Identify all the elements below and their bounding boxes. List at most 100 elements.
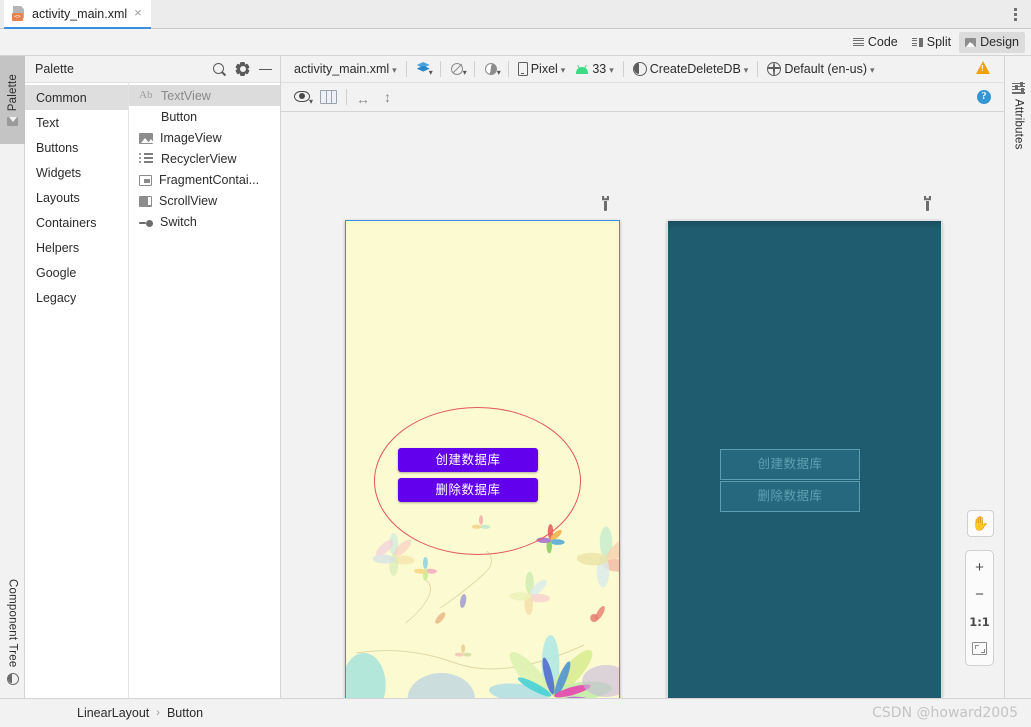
zoom-out-button[interactable]: − [965,581,994,608]
contrast-selector[interactable]: ▾ [479,59,504,80]
palette-item-fragmentcontainer[interactable]: FragmentContai... [129,169,280,190]
editor-tab-bar: <> activity_main.xml × [0,0,1031,29]
divider [439,61,441,77]
help-icon[interactable]: ? [977,90,991,104]
palette-item-imageview[interactable]: ImageView [129,127,280,148]
chevron-down-icon: ▾ [870,64,875,75]
api-level-label: 33 [592,62,607,76]
palette-category-widgets[interactable]: Widgets [25,160,128,185]
status-bar: LinearLayout › Button CSDN @howard2005 [0,698,1031,727]
locale-label: Default (en-us) [784,62,867,76]
palette-item-button[interactable]: Button [129,106,280,127]
button-icon [139,110,154,123]
breadcrumb-item-linearlayout[interactable]: LinearLayout [77,706,149,720]
palette-icon [7,116,18,126]
view-mode-selector[interactable]: ▾ [411,59,436,80]
chevron-down-icon: ▾ [560,64,566,75]
palette-category-common[interactable]: Common [25,85,128,110]
attributes-icon [1012,81,1025,94]
design-render-preview[interactable]: 创建数据库 删除数据库 [345,220,620,698]
blueprint-create-database-button[interactable]: 创建数据库 [720,449,860,480]
layout-variant-selector[interactable]: activity_main.xml ▾ [289,59,402,80]
palette-item-fragmentcontainer-label: FragmentContai... [159,172,260,187]
visibility-options-button[interactable]: ▾ [289,87,315,108]
minimize-icon[interactable] [259,63,272,76]
imageview-icon [139,132,153,144]
component-tree-icon [6,672,19,685]
actual-size-button[interactable]: 1:1 [965,608,994,635]
right-tool-window-strip: Attributes [1004,56,1031,727]
tab-design-label: Design [980,35,1019,49]
tab-design[interactable]: Design [959,31,1025,53]
palette-header: Palette [25,56,280,83]
device-selector[interactable]: Pixel ▾ [513,59,571,80]
design-view-options-toolbar: ▾ ↔ ↕ ? [281,83,1004,112]
palette-category-text[interactable]: Text [25,110,128,135]
match-width-button[interactable]: ↔ [351,87,379,108]
switch-icon [139,219,153,227]
code-lines-icon [852,37,864,47]
match-height-button[interactable]: ↕ [379,87,401,108]
palette-category-buttons[interactable]: Buttons [25,135,128,160]
blueprint-toggle[interactable]: ▾ [445,59,470,80]
delete-database-button[interactable]: 删除数据库 [398,478,538,502]
columns-layout-icon [320,90,337,104]
palette-category-helpers[interactable]: Helpers [25,235,128,260]
palette-category-layouts[interactable]: Layouts [25,185,128,210]
wrench-icon[interactable] [921,196,934,211]
pan-tool-button[interactable]: ✋ [967,510,994,537]
wrench-icon[interactable] [599,196,612,211]
palette-item-textview[interactable]: Ab TextView [129,85,280,106]
zoom-in-button[interactable]: + [965,554,994,581]
zoom-to-fit-button[interactable] [965,635,994,662]
palette-item-imageview-label: ImageView [160,130,222,145]
divider [473,61,475,77]
design-view-icon [965,37,977,47]
recyclerview-icon [139,152,154,165]
divider [757,61,759,77]
fragment-container-icon [139,174,152,186]
preview-canvas[interactable]: 创建数据库 删除数据库 创建数据库 删除数据库 ✋ + − 1:1 [281,112,1004,698]
palette-item-switch[interactable]: Switch [129,211,280,232]
palette-title: Palette [35,62,74,76]
palette-category-google[interactable]: Google [25,260,128,285]
palette-category-containers[interactable]: Containers [25,210,128,235]
sidebar-tab-palette[interactable]: Palette [0,56,25,144]
design-config-toolbar: activity_main.xml ▾ ▾ ▾ ▾ Pixel ▾ 33 ▾ C… [281,56,1004,83]
left-tool-window-strip: Palette Component Tree [0,56,25,727]
sidebar-tab-component-tree-label: Component Tree [6,579,19,668]
warning-triangle-icon[interactable] [976,61,990,74]
more-options-icon[interactable] [1008,7,1022,22]
breadcrumb-item-button[interactable]: Button [167,706,203,720]
divider [622,61,624,77]
device-label: Pixel [530,62,558,76]
sidebar-tab-attributes[interactable]: Attributes [1005,60,1031,172]
palette-item-button-label: Button [161,109,198,124]
layers-icon: ▾ [416,62,433,77]
close-icon[interactable]: × [133,6,143,21]
file-tab-activity-main[interactable]: <> activity_main.xml × [4,0,151,29]
globe-icon [767,62,782,76]
palette-item-recyclerview[interactable]: RecyclerView [129,148,280,169]
tab-code-label: Code [867,35,898,49]
android-icon [575,64,589,74]
gear-icon[interactable] [235,62,250,76]
sidebar-tab-component-tree[interactable]: Component Tree [0,570,25,694]
tab-split[interactable]: Split [906,32,957,53]
theme-selector[interactable]: CreateDeleteDB ▾ [628,59,754,80]
search-icon[interactable] [213,62,226,76]
create-database-button[interactable]: 创建数据库 [398,448,538,472]
zoom-controls: + − 1:1 [965,550,994,666]
palette-item-switch-label: Switch [160,214,197,229]
blueprint-render-preview[interactable]: 创建数据库 删除数据库 [667,220,942,698]
phone-icon [517,62,528,76]
blueprint-delete-database-button[interactable]: 删除数据库 [720,481,860,512]
api-level-selector[interactable]: 33 ▾ [570,59,618,80]
textview-icon: Ab [139,89,153,101]
palette-category-legacy[interactable]: Legacy [25,285,128,310]
tab-code[interactable]: Code [847,32,904,53]
palette-item-scrollview[interactable]: ScrollView [129,190,280,211]
button-stack: 创建数据库 删除数据库 [398,448,538,502]
locale-selector[interactable]: Default (en-us) ▾ [762,59,879,80]
layout-columns-button[interactable] [315,87,342,108]
